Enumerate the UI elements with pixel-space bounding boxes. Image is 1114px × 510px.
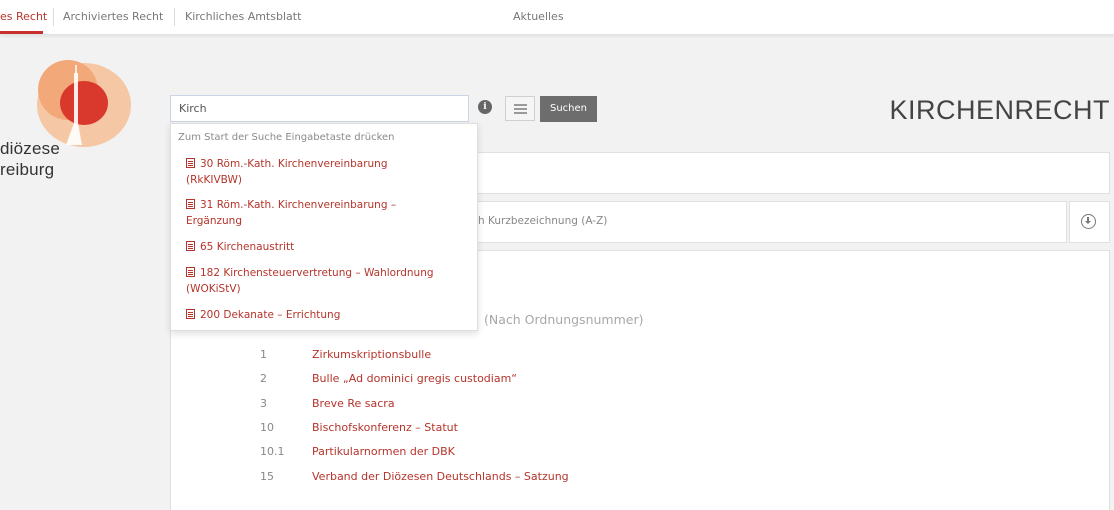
autocomplete-item-sublabel: Ergänzung <box>186 215 243 227</box>
list-item-number: 3 <box>260 397 267 410</box>
autocomplete-hint: Zum Start der Suche Eingabetaste drücken <box>178 132 395 143</box>
nav-tab-recht[interactable]: es Recht <box>0 0 47 34</box>
autocomplete-dropdown: Zum Start der Suche Eingabetaste drücken… <box>170 123 478 331</box>
download-icon <box>1081 214 1096 229</box>
document-icon <box>186 309 195 319</box>
search-input[interactable] <box>170 95 469 122</box>
list-item-number: 15 <box>260 470 274 483</box>
active-tab-indicator <box>0 31 43 34</box>
nav-divider <box>174 8 175 26</box>
autocomplete-item[interactable]: 182 Kirchensteuervertretung – Wahlordnun… <box>186 265 434 297</box>
list-item-number: 1 <box>260 348 267 361</box>
autocomplete-item-label: 182 Kirchensteuervertretung – Wahlordnun… <box>200 267 434 279</box>
list-item-title[interactable]: Bulle „Ad dominici gregis custodiam“ <box>312 372 517 385</box>
document-icon <box>186 199 195 209</box>
list-item-title[interactable]: Breve Re sacra <box>312 397 395 410</box>
list-item-title[interactable]: Verband der Diözesen Deutschlands – Satz… <box>312 470 569 483</box>
nav-tab-kirchliches-amtsblatt[interactable]: Kirchliches Amtsblatt <box>185 0 301 34</box>
list-item-title[interactable]: Bischofskonferenz – Statut <box>312 421 458 434</box>
autocomplete-item[interactable]: 31 Röm.-Kath. Kirchenvereinbarung – Ergä… <box>186 197 396 229</box>
autocomplete-item[interactable]: 30 Röm.-Kath. Kirchenvereinbarung (RkKIV… <box>186 156 388 188</box>
page-title: KIRCHENRECHT <box>889 95 1110 125</box>
nav-tab-archiviertes-recht[interactable]: Archiviertes Recht <box>63 0 163 34</box>
document-icon <box>186 241 195 251</box>
document-icon <box>186 267 195 277</box>
search-button[interactable]: Suchen <box>540 96 597 122</box>
nav-divider <box>53 8 54 26</box>
document-icon <box>186 158 195 168</box>
list-item-number: 10.1 <box>260 445 285 458</box>
nav-tab-aktuelles[interactable]: Aktuelles <box>513 0 564 34</box>
autocomplete-item-label: 31 Röm.-Kath. Kirchenvereinbarung – <box>200 199 397 211</box>
autocomplete-item-sublabel: (RkKIVBW) <box>186 174 242 186</box>
info-icon[interactable]: i <box>478 100 492 114</box>
list-view-button[interactable] <box>505 96 535 121</box>
autocomplete-item[interactable]: 65 Kirchenaustritt <box>186 239 294 255</box>
autocomplete-item-label: 30 Röm.-Kath. Kirchenvereinbarung <box>200 158 388 170</box>
top-navigation: es Recht Archiviertes Recht Kirchliches … <box>0 0 1114 35</box>
sort-select-label: h Kurzbezeichnung (A-Z) <box>478 215 608 227</box>
list-item-title[interactable]: Zirkumskriptionsbulle <box>312 348 431 361</box>
autocomplete-item-label: 65 Kirchenaustritt <box>200 241 295 253</box>
logo-text-line1: diözese <box>0 139 60 158</box>
logo-text-line2: reiburg <box>0 160 55 179</box>
list-item-number: 10 <box>260 421 274 434</box>
list-heading: (Nach Ordnungsnummer) <box>484 312 644 327</box>
list-item-number: 2 <box>260 372 267 385</box>
autocomplete-item-sublabel: (WOKiStV) <box>186 283 241 295</box>
autocomplete-item[interactable]: 200 Dekanate – Errichtung <box>186 307 340 323</box>
list-item-title[interactable]: Partikularnormen der DBK <box>312 445 455 458</box>
autocomplete-item-label: 200 Dekanate – Errichtung <box>200 309 341 321</box>
